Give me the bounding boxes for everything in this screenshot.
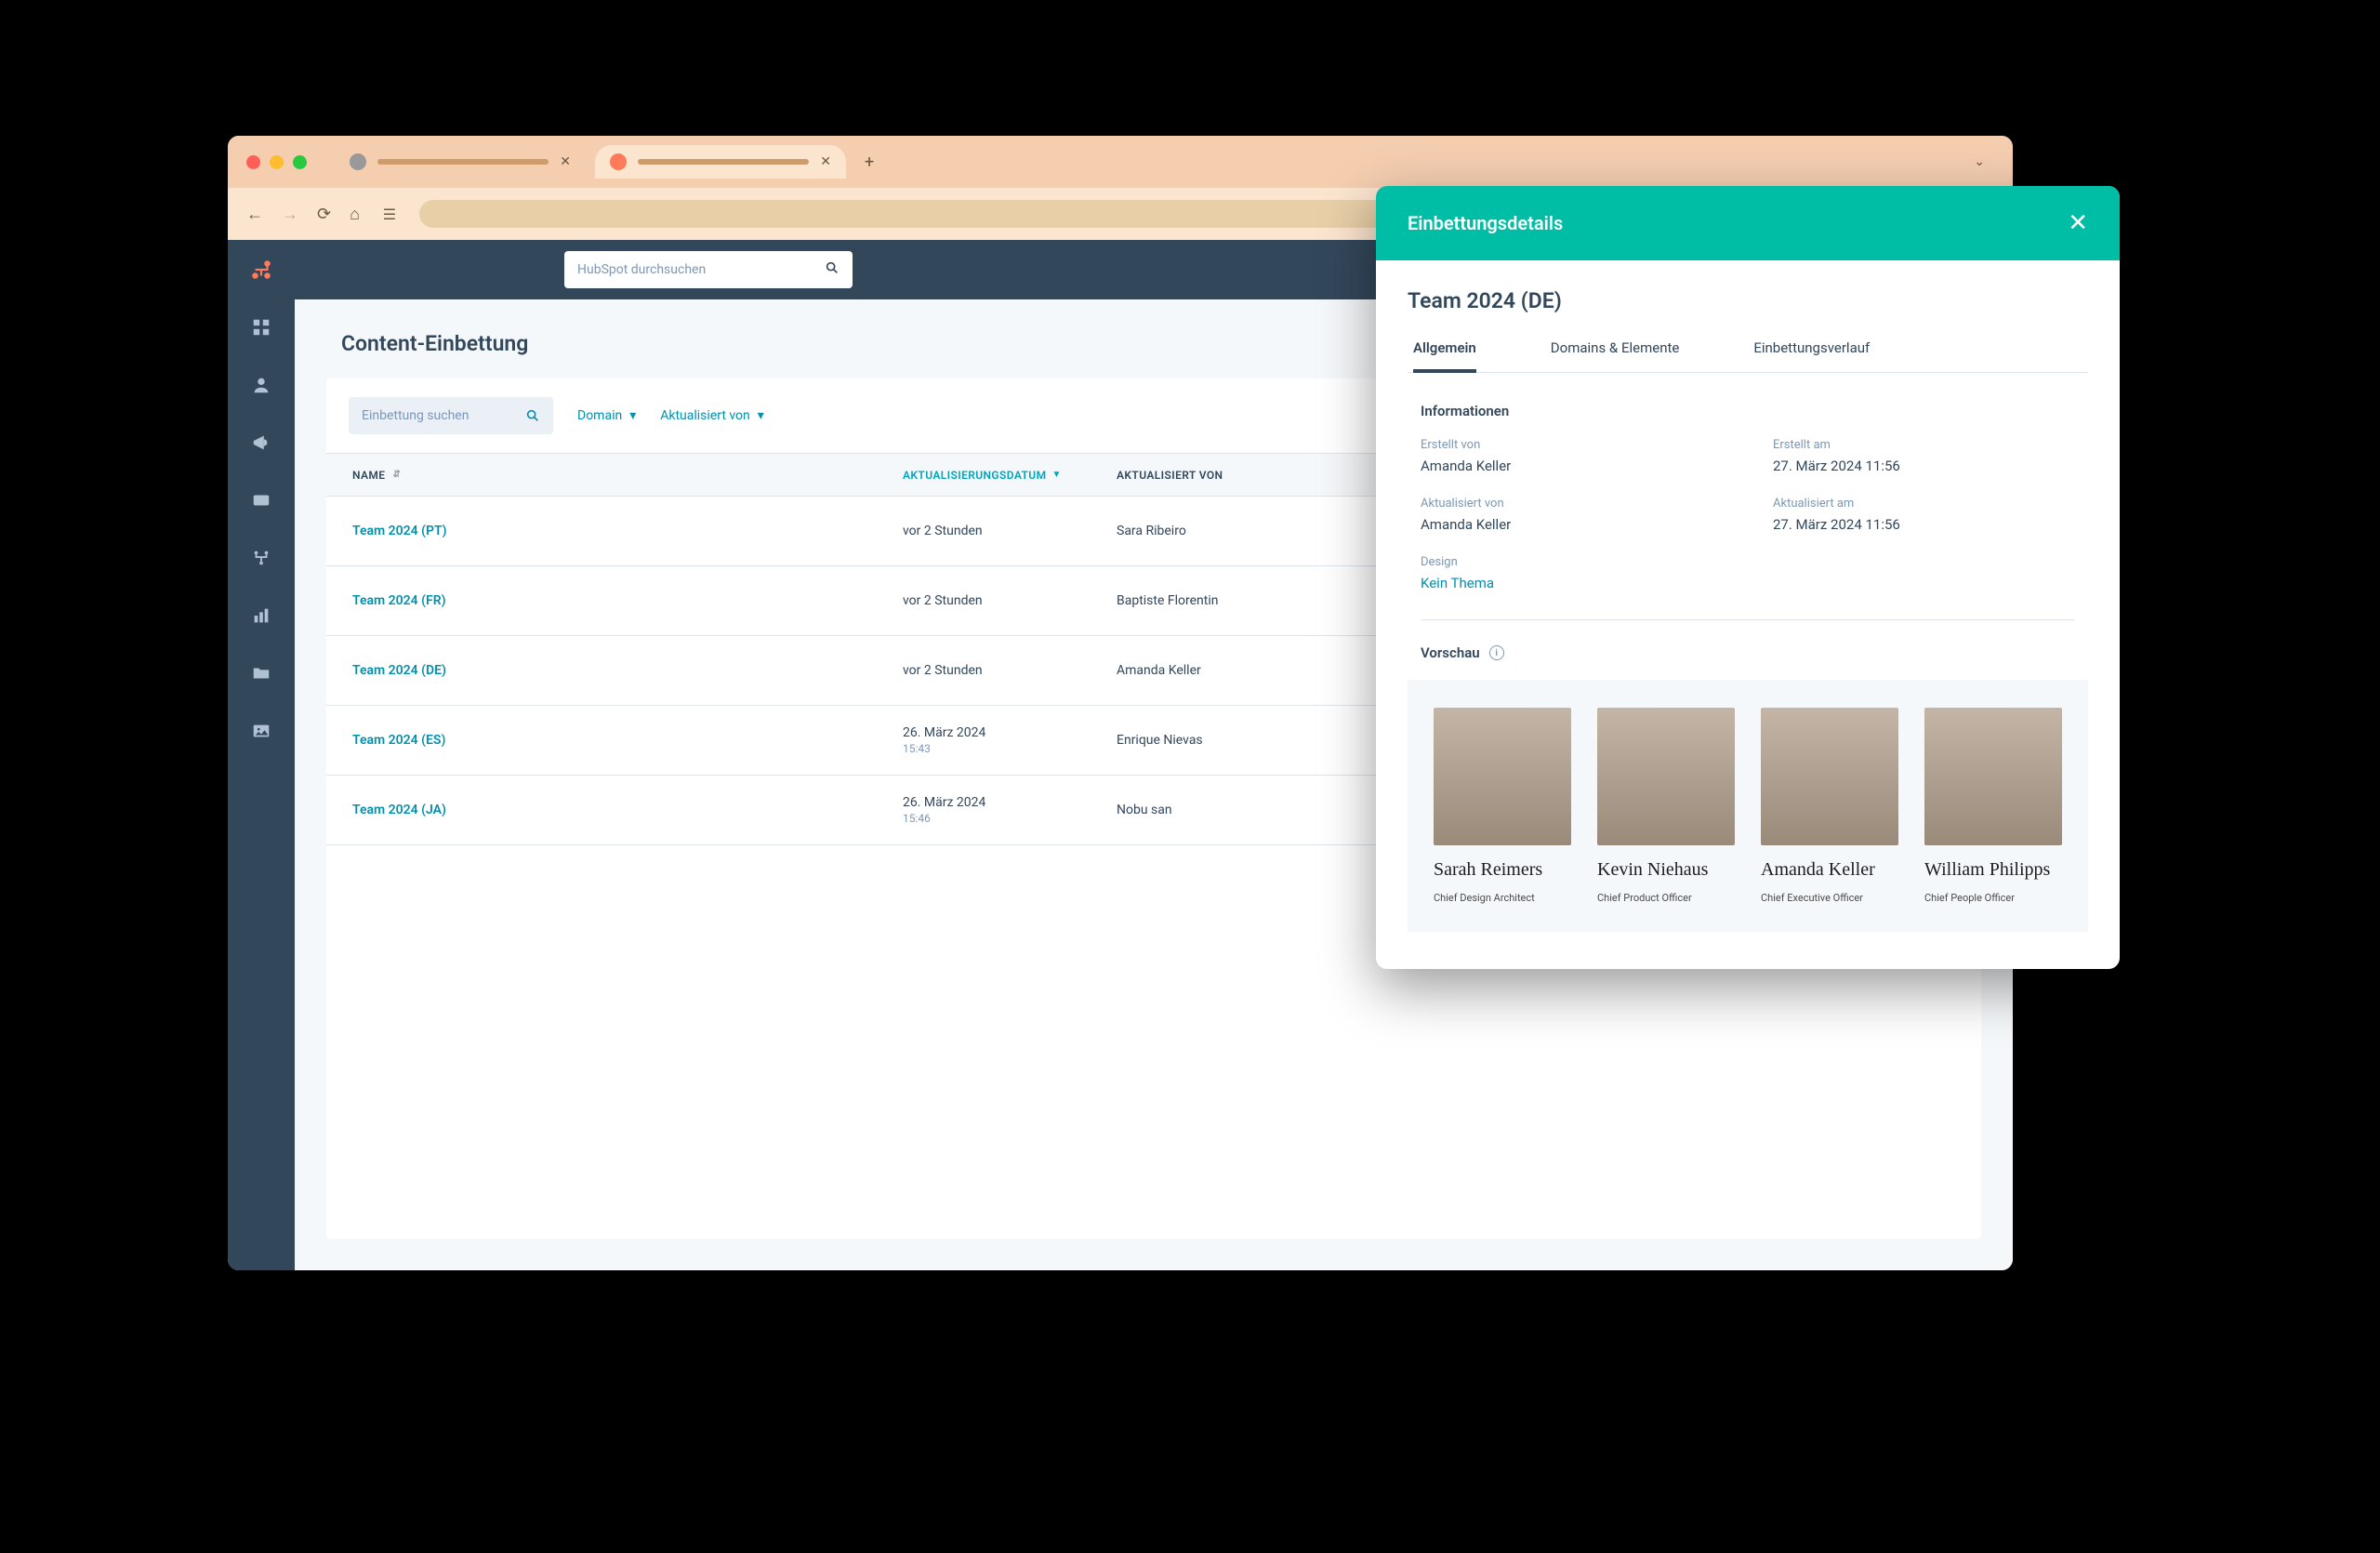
forward-button[interactable]: →: [282, 205, 298, 224]
sidebar-item-folder[interactable]: [248, 660, 274, 686]
preview-box: Sarah Reimers Chief Design Architect Kevin…: [1408, 680, 2088, 932]
row-date: 26. März 202415:43: [903, 725, 1117, 755]
tab-title-placeholder: [638, 159, 809, 165]
chevron-down-icon: ▾: [629, 408, 636, 423]
avatar: [1434, 708, 1571, 845]
team-member-role: Chief Design Architect: [1434, 892, 1571, 904]
column-name[interactable]: NAME⇵: [326, 469, 903, 482]
chevron-down-icon[interactable]: ⌄: [1974, 154, 1994, 169]
embed-search-input[interactable]: Einbettung suchen: [349, 397, 553, 434]
minimize-window-button[interactable]: [270, 155, 284, 169]
team-member-role: Chief People Officer: [1924, 892, 2062, 904]
sidebar-item-marketing[interactable]: [248, 430, 274, 456]
tab-history[interactable]: Einbettungsverlauf: [1753, 339, 1870, 372]
sidebar-item-dashboard[interactable]: [248, 314, 274, 340]
titlebar: ✕ ✕ + ⌄: [228, 136, 2013, 188]
row-name-link[interactable]: Team 2024 (PT): [326, 524, 903, 538]
search-placeholder: HubSpot durchsuchen: [577, 262, 706, 277]
section-info-title: Informationen: [1408, 403, 2088, 419]
back-button[interactable]: ←: [246, 205, 263, 224]
row-name-link[interactable]: Team 2024 (DE): [326, 663, 903, 678]
home-button[interactable]: ⌂: [350, 205, 360, 224]
panel-header: Einbettungsdetails ✕: [1376, 186, 2120, 260]
team-member-role: Chief Executive Officer: [1761, 892, 1898, 904]
sidebar: [228, 240, 295, 1270]
close-window-button[interactable]: [246, 155, 260, 169]
team-member-name: Kevin Niehaus: [1597, 858, 1735, 881]
sidebar-item-automation[interactable]: [248, 545, 274, 571]
avatar: [1597, 708, 1735, 845]
search-icon: [525, 408, 540, 423]
close-panel-icon[interactable]: ✕: [2068, 209, 2088, 237]
filter-domain-dropdown[interactable]: Domain ▾: [577, 408, 636, 423]
panel-title: Team 2024 (DE): [1408, 288, 2088, 313]
sidebar-item-reports[interactable]: [248, 603, 274, 629]
panel-body: Team 2024 (DE) Allgemein Domains & Eleme…: [1376, 260, 2120, 969]
info-created-by: Erstellt von Amanda Keller: [1421, 438, 1736, 474]
row-name-link[interactable]: Team 2024 (FR): [326, 593, 903, 608]
browser-tab-1[interactable]: ✕: [335, 145, 586, 179]
global-search-input[interactable]: HubSpot durchsuchen: [564, 251, 853, 288]
team-member-name: Amanda Keller: [1761, 858, 1898, 881]
info-updated-by: Aktualisiert von Amanda Keller: [1421, 497, 1736, 533]
maximize-window-button[interactable]: [293, 155, 307, 169]
avatar: [1761, 708, 1898, 845]
row-date: vor 2 Stunden: [903, 524, 1117, 538]
preview-heading: Vorschau i: [1408, 644, 2088, 661]
sort-icon: ⇵: [392, 470, 401, 480]
details-panel: Einbettungsdetails ✕ Team 2024 (DE) Allg…: [1376, 186, 2120, 969]
sidebar-item-commerce[interactable]: [248, 487, 274, 513]
close-tab-icon[interactable]: ✕: [560, 154, 571, 169]
team-card: William Philipps Chief People Officer: [1924, 708, 2062, 904]
column-updated-date[interactable]: AKTUALISIERUNGSDATUM▼: [903, 469, 1117, 482]
info-design: Design Kein Thema: [1421, 555, 1736, 591]
team-member-name: William Philipps: [1924, 858, 2062, 881]
tab-title-placeholder: [377, 159, 549, 165]
info-updated-at: Aktualisiert am 27. März 2024 11:56: [1773, 497, 2088, 533]
row-date: vor 2 Stunden: [903, 593, 1117, 608]
tab-domains[interactable]: Domains & Elemente: [1551, 339, 1680, 372]
team-card: Amanda Keller Chief Executive Officer: [1761, 708, 1898, 904]
tab-general[interactable]: Allgemein: [1413, 339, 1476, 373]
window-controls: [246, 155, 307, 169]
info-created-at: Erstellt am 27. März 2024 11:56: [1773, 438, 2088, 474]
globe-icon: [350, 153, 366, 170]
team-member-role: Chief Product Officer: [1597, 892, 1735, 904]
sidebar-item-image[interactable]: [248, 718, 274, 744]
panel-header-title: Einbettungsdetails: [1408, 212, 1563, 234]
chevron-down-icon: ▾: [758, 408, 764, 423]
row-date: 26. März 202415:46: [903, 795, 1117, 825]
hubspot-logo-icon[interactable]: [248, 257, 274, 283]
sort-desc-icon: ▼: [1051, 470, 1061, 480]
row-date: vor 2 Stunden: [903, 663, 1117, 678]
site-settings-icon[interactable]: ☰: [378, 203, 401, 225]
row-name-link[interactable]: Team 2024 (ES): [326, 733, 903, 748]
new-tab-button[interactable]: +: [865, 153, 874, 172]
team-card: Kevin Niehaus Chief Product Officer: [1597, 708, 1735, 904]
design-link[interactable]: Kein Thema: [1421, 575, 1736, 591]
search-icon: [825, 260, 840, 279]
row-name-link[interactable]: Team 2024 (JA): [326, 803, 903, 817]
avatar: [1924, 708, 2062, 845]
team-member-name: Sarah Reimers: [1434, 858, 1571, 881]
close-tab-icon[interactable]: ✕: [820, 154, 831, 169]
team-card: Sarah Reimers Chief Design Architect: [1434, 708, 1571, 904]
reload-button[interactable]: ⟳: [317, 205, 331, 224]
hubspot-icon: [610, 153, 627, 170]
section-info: Informationen Erstellt von Amanda Keller…: [1408, 403, 2088, 591]
panel-tabs: Allgemein Domains & Elemente Einbettungs…: [1408, 339, 2088, 373]
info-icon[interactable]: i: [1489, 645, 1504, 660]
embed-search-placeholder: Einbettung suchen: [362, 408, 469, 423]
divider: [1421, 619, 2075, 620]
browser-tab-2-active[interactable]: ✕: [595, 145, 846, 179]
sidebar-item-contacts[interactable]: [248, 372, 274, 398]
filter-updated-by-dropdown[interactable]: Aktualisiert von ▾: [660, 408, 764, 423]
